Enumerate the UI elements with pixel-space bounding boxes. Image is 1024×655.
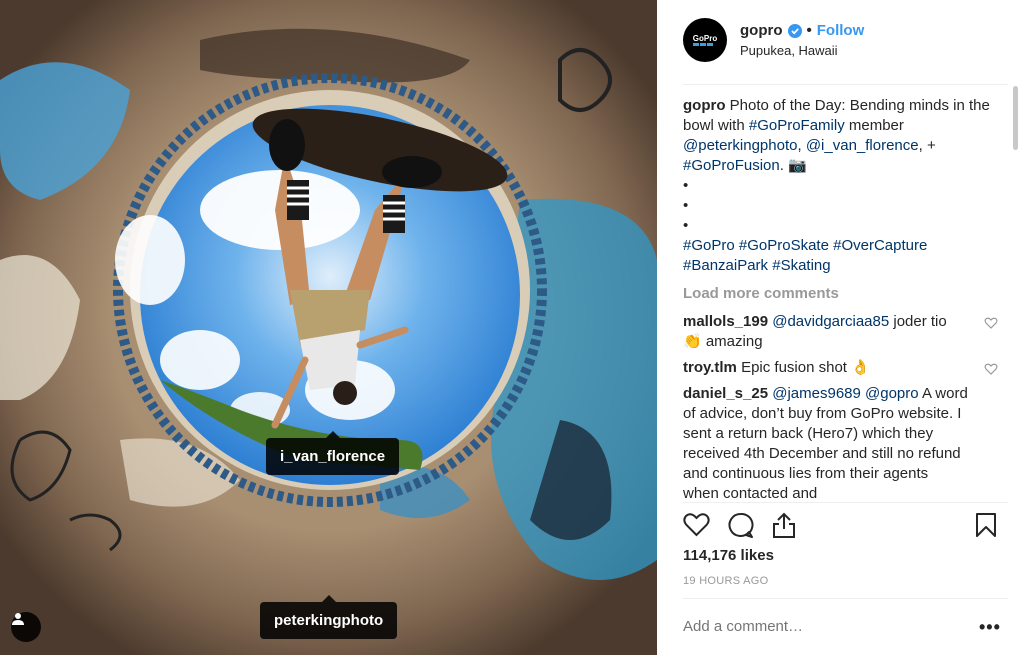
actions-divider [683,502,1008,503]
comment-mention[interactable]: @davidgarciaa85 [772,313,889,330]
photo-tag-i-van-florence[interactable]: i_van_florence [266,431,400,475]
post-photo[interactable]: i_van_florence peterkingphoto [0,0,657,655]
post-actions [683,512,1008,540]
hashtag-banzaipark[interactable]: #BanzaiPark [683,257,768,274]
separator-dot: • [806,22,812,39]
mention-i-van-florence[interactable]: @i_van_florence [806,137,919,154]
user-tags-button[interactable] [11,612,41,642]
comment-username[interactable]: troy.tlm [683,359,737,376]
caption-bullet: • [683,217,689,234]
location-link[interactable]: Pupukea, Hawaii [740,43,838,58]
comments-section: gopro Photo of the Day: Bending minds in… [683,96,998,500]
add-comment-input[interactable] [683,618,963,635]
comment-icon[interactable] [727,512,754,539]
comment-username[interactable]: daniel_s_25 [683,385,768,402]
caption-text-5: . 📷 [779,157,807,174]
post-panel: GoPro gopro • Follow Pupukea, Hawaii gop… [657,0,1024,655]
caption-text-4: , + [918,137,936,154]
hashtag-gopro[interactable]: #GoPro [683,237,735,254]
hashtag-overcapture[interactable]: #OverCapture [833,237,927,254]
gopro-logo-icon: GoPro [693,34,718,46]
hashtag-goprofamily[interactable]: #GoProFamily [749,117,845,134]
bookmark-icon[interactable] [975,512,997,538]
heart-icon[interactable] [683,512,710,537]
comment-item: daniel_s_25 @james9689 @gopro A word of … [683,384,998,500]
comment-text: Epic fusion shot 👌 [736,359,870,376]
photo-scene [0,0,657,655]
header-divider [683,84,1008,85]
comment-like-heart-icon[interactable] [984,362,998,376]
header-user-line: gopro • Follow [740,22,864,39]
hashtag-goprofusion[interactable]: #GoProFusion [683,157,780,174]
caption-text-3: , [797,137,806,154]
hashtag-skating[interactable]: #Skating [772,257,830,274]
caption-bullet: • [683,197,689,214]
follow-button[interactable]: Follow [817,22,865,39]
comment-username[interactable]: mallols_199 [683,313,768,330]
post-caption: gopro Photo of the Day: Bending minds in… [683,96,998,276]
post-timestamp[interactable]: 19 HOURS AGO [683,575,769,587]
load-more-comments-button[interactable]: Load more comments [683,284,998,304]
comment-item: troy.tlm Epic fusion shot 👌 [683,358,998,378]
avatar[interactable]: GoPro [683,18,727,62]
comment-like-heart-icon[interactable] [984,316,998,330]
caption-username[interactable]: gopro [683,97,726,114]
likes-count[interactable]: 114,176 likes [683,547,774,564]
hashtag-goproskate[interactable]: #GoProSkate [739,237,829,254]
photo-tag-peterkingphoto[interactable]: peterkingphoto [260,595,398,639]
more-options-button[interactable]: ••• [979,617,1001,638]
gopro-logo-text: GoPro [693,34,718,43]
comment-text: A word of advice, don’t buy from GoPro w… [683,385,968,500]
comment-input-divider [683,598,1008,599]
comment-mention[interactable]: @james9689 @gopro [772,385,918,402]
caption-bullet: • [683,177,689,194]
user-icon [12,613,24,625]
verified-badge-icon [787,23,802,38]
post-header: GoPro gopro • Follow Pupukea, Hawaii [683,18,1008,66]
share-icon[interactable] [771,512,797,539]
mention-peterkingphoto[interactable]: @peterkingphoto [683,137,797,154]
caption-text-2: member [844,117,904,134]
comments-scrollbar[interactable] [1013,86,1018,150]
header-username[interactable]: gopro [740,22,783,39]
comment-item: mallols_199 @davidgarciaa85 joder tio 👏 … [683,312,998,352]
